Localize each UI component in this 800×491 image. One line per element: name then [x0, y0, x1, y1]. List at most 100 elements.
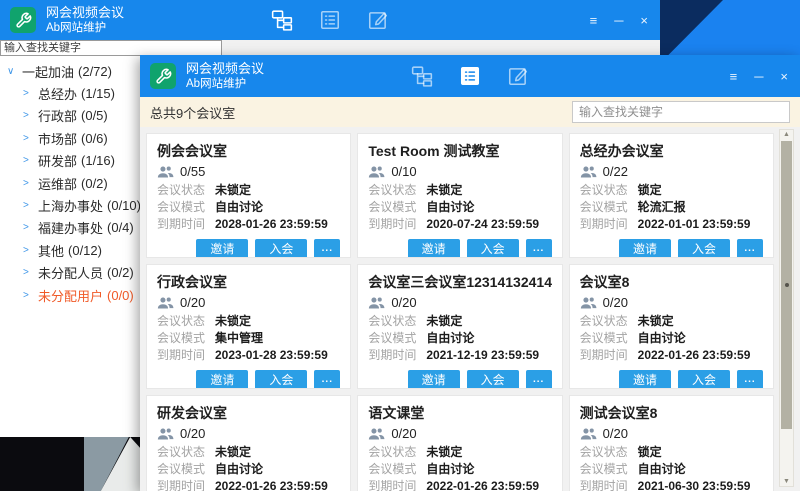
room-occupancy: 0/20 [180, 295, 205, 310]
menu-button[interactable]: ≡ [590, 14, 598, 27]
tree-item-label: 总经办 [38, 84, 77, 103]
room-search-input[interactable] [572, 101, 790, 123]
tree-chevron-icon[interactable]: > [23, 178, 38, 189]
close-button[interactable]: × [640, 14, 648, 27]
titlebar-toolbar [271, 0, 389, 40]
mode-label: 会议模式 [368, 330, 426, 347]
join-button[interactable]: 入会 [467, 370, 519, 389]
invite-button[interactable]: 邀请 [196, 370, 248, 389]
minimize-button[interactable]: ─ [754, 70, 763, 83]
status-label: 会议状态 [368, 313, 426, 330]
tree-item-label: 其他 [38, 241, 64, 260]
close-button[interactable]: × [780, 70, 788, 83]
join-button[interactable]: 入会 [255, 239, 307, 258]
tree-search-input[interactable] [0, 40, 222, 56]
join-button[interactable]: 入会 [255, 370, 307, 389]
mode-label: 会议模式 [580, 461, 638, 478]
tree-item[interactable]: > 市场部 (0/6) [7, 127, 140, 149]
wrench-icon [15, 12, 32, 29]
tree-item[interactable]: > 未分配用户 (0/0) [7, 284, 140, 306]
org-tree-icon[interactable] [271, 9, 293, 31]
more-button[interactable]: ... [526, 239, 552, 258]
people-icon [157, 296, 174, 310]
tree-item[interactable]: > 其他 (0/12) [7, 239, 140, 261]
invite-button[interactable]: 邀请 [619, 370, 671, 389]
tree-item-count: (1/16) [81, 153, 115, 168]
mode-value: 自由讨论 [426, 461, 474, 478]
tree-chevron-icon[interactable]: > [23, 267, 38, 278]
room-title: 会议室8 [580, 272, 763, 292]
tree-item[interactable]: > 行政部 (0/5) [7, 105, 140, 127]
tree-chevron-icon[interactable]: > [23, 245, 38, 256]
menu-button[interactable]: ≡ [730, 70, 738, 83]
mode-label: 会议模式 [368, 461, 426, 478]
tree-item[interactable]: > 运维部 (0/2) [7, 172, 140, 194]
mode-value: 自由讨论 [638, 461, 686, 478]
mode-label: 会议模式 [580, 199, 638, 216]
more-button[interactable]: ... [314, 370, 340, 389]
tree-item[interactable]: > 福建办事处 (0/4) [7, 217, 140, 239]
invite-button[interactable]: 邀请 [408, 239, 460, 258]
join-button[interactable]: 入会 [678, 370, 730, 389]
room-card: 测试会议室8 0/20 会议状态 锁定 会议模式 自由讨论 [569, 395, 774, 491]
invite-button[interactable]: 邀请 [196, 239, 248, 258]
tree-item-count: (0/2) [107, 265, 134, 280]
scroll-down-icon[interactable]: ▼ [780, 478, 793, 485]
tree-item[interactable]: > 总经办 (1/15) [7, 82, 140, 104]
room-title: 例会会议室 [157, 141, 340, 161]
scroll-up-icon[interactable]: ▲ [780, 131, 793, 138]
mode-value: 集中管理 [215, 330, 263, 347]
invite-button[interactable]: 邀请 [619, 239, 671, 258]
tree-item-count: (0/0) [107, 288, 134, 303]
join-button[interactable]: 入会 [678, 239, 730, 258]
tree-chevron-icon[interactable]: > [23, 155, 38, 166]
tree-item[interactable]: > 未分配人员 (0/2) [7, 262, 140, 284]
tree-item-count: (0/10) [107, 198, 141, 213]
desktop-wallpaper-top-right [660, 0, 800, 55]
more-button[interactable]: ... [526, 370, 552, 389]
tree-chevron-icon[interactable]: > [23, 200, 38, 211]
invite-button[interactable]: 邀请 [408, 370, 460, 389]
status-label: 会议状态 [580, 182, 638, 199]
tree-item-count: (0/2) [81, 176, 108, 191]
org-tree: ∨ 一起加油 (2/72) > 总经办 (1/15) > 行政部 (0/5) >… [7, 60, 140, 306]
minimize-button[interactable]: ─ [614, 14, 623, 27]
tree-chevron-icon[interactable]: > [23, 290, 38, 301]
compose-icon[interactable] [507, 65, 529, 87]
tree-item[interactable]: ∨ 一起加油 (2/72) [7, 60, 140, 82]
room-title: 语文课堂 [368, 403, 551, 423]
scrollbar-thumb[interactable] [781, 141, 792, 429]
tree-chevron-icon[interactable]: ∨ [7, 66, 22, 77]
more-button[interactable]: ... [314, 239, 340, 258]
scrollbar-grip [785, 283, 789, 287]
tree-item[interactable]: > 上海办事处 (0/10) [7, 194, 140, 216]
titlebar[interactable]: 网会视频会议 Ab网站维护 ≡ ─ × [140, 55, 800, 97]
mode-value: 自由讨论 [426, 330, 474, 347]
titlebar[interactable]: 网会视频会议 Ab网站维护 ≡ ─ × [0, 0, 660, 40]
tree-chevron-icon[interactable]: > [23, 133, 38, 144]
compose-icon[interactable] [367, 9, 389, 31]
tree-item[interactable]: > 研发部 (1/16) [7, 150, 140, 172]
expire-value: 2021-06-30 23:59:59 [638, 478, 751, 491]
room-card: 会议室8 0/20 会议状态 未锁定 会议模式 自由讨论 [569, 264, 774, 389]
room-list-icon[interactable] [319, 9, 341, 31]
scrollbar[interactable]: ▲ ▼ [779, 129, 794, 487]
room-list-icon[interactable] [459, 65, 481, 87]
tree-chevron-icon[interactable]: > [23, 110, 38, 121]
expire-label: 到期时间 [580, 216, 638, 233]
more-button[interactable]: ... [737, 370, 763, 389]
room-card: 研发会议室 0/20 会议状态 未锁定 会议模式 自由讨论 [146, 395, 351, 491]
expire-label: 到期时间 [368, 478, 426, 491]
join-button[interactable]: 入会 [467, 239, 519, 258]
people-icon [368, 165, 385, 179]
expire-label: 到期时间 [157, 216, 215, 233]
expire-label: 到期时间 [157, 347, 215, 364]
tree-chevron-icon[interactable]: > [23, 88, 38, 99]
tree-chevron-icon[interactable]: > [23, 222, 38, 233]
room-occupancy: 0/55 [180, 164, 205, 179]
window-controls: ≡ ─ × [730, 55, 788, 97]
room-occupancy: 0/20 [603, 295, 628, 310]
more-button[interactable]: ... [737, 239, 763, 258]
org-tree-icon[interactable] [411, 65, 433, 87]
tree-item-count: (1/15) [81, 86, 115, 101]
